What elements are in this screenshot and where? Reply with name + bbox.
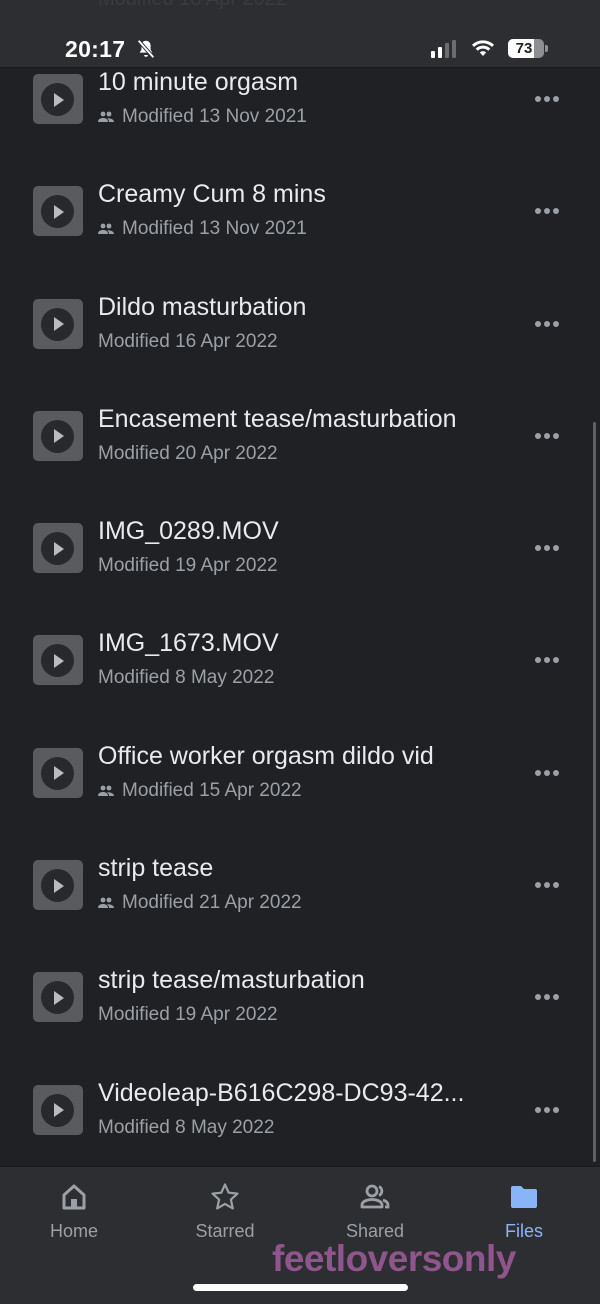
file-name: IMG_0289.MOV: [98, 517, 279, 546]
modified-date: Modified 16 Apr 2022: [98, 330, 278, 352]
modified-date: Modified 19 Apr 2022: [98, 555, 278, 577]
scrollbar[interactable]: [593, 422, 596, 1162]
tab-starred-label: Starred: [195, 1221, 255, 1241]
file-meta: Modified 8 May 2022: [98, 1117, 274, 1139]
battery-tip: [545, 45, 548, 52]
file-meta: Modified 19 Apr 2022: [98, 1004, 278, 1026]
tab-files[interactable]: Files: [474, 1181, 574, 1242]
file-row[interactable]: IMG_0289.MOV Modified 19 Apr 2022: [0, 491, 600, 603]
file-meta: Modified 21 Apr 2022: [98, 892, 302, 914]
more-options-icon[interactable]: [535, 432, 559, 439]
tab-shared[interactable]: Shared: [325, 1181, 425, 1242]
file-row[interactable]: Videoleap-B616C298-DC93-42... Modified 8 …: [0, 1053, 600, 1165]
play-icon: [41, 83, 74, 116]
video-thumbnail[interactable]: [33, 410, 83, 461]
folder-icon: [511, 1186, 537, 1208]
play-icon: [41, 756, 74, 790]
file-row[interactable]: IMG_1673.MOV Modified 8 May 2022: [0, 603, 600, 715]
play-icon: [41, 195, 74, 229]
more-options-icon[interactable]: [535, 96, 559, 102]
file-meta: Modified 15 Apr 2022: [98, 780, 302, 802]
play-icon: [41, 532, 74, 566]
file-meta: Modified 13 Nov 2021: [98, 106, 307, 128]
play-icon: [41, 644, 74, 678]
signal-strength-icon: [431, 40, 456, 58]
more-options-icon[interactable]: [535, 882, 559, 889]
file-row[interactable]: strip tease Modified 21 Apr 2022: [0, 828, 600, 940]
more-options-icon[interactable]: [535, 320, 559, 327]
modified-date: Modified 8 May 2022: [98, 667, 275, 689]
file-row[interactable]: Office worker orgasm dildo vid Modified 1…: [0, 716, 600, 828]
file-row[interactable]: Encasement tease/masturbation Modified 20…: [0, 379, 600, 491]
play-icon: [41, 307, 74, 341]
file-name: strip tease: [98, 854, 214, 883]
wifi-icon: [472, 40, 494, 56]
modified-date: Modified 15 Apr 2022: [122, 779, 302, 801]
more-options-icon[interactable]: [535, 545, 559, 552]
shared-people-icon: [98, 111, 114, 122]
file-meta: Modified 20 Apr 2022: [98, 443, 278, 465]
shared-people-icon: [98, 897, 114, 909]
modified-date: Modified 19 Apr 2022: [98, 1004, 278, 1026]
file-meta: Modified 13 Nov 2021: [98, 218, 307, 240]
modified-date: Modified 8 May 2022: [98, 1116, 275, 1138]
status-time: 20:17: [65, 36, 126, 62]
file-name: Encasement tease/masturbation: [98, 404, 457, 433]
shared-people-icon: [98, 785, 114, 796]
file-name: IMG_1673.MOV: [98, 629, 279, 658]
video-thumbnail[interactable]: [33, 186, 83, 237]
tab-home-label: Home: [49, 1221, 98, 1241]
silent-bell-icon: [137, 39, 155, 59]
file-name: Office worker orgasm dildo vid: [98, 741, 434, 770]
people-icon: [360, 1184, 390, 1209]
video-thumbnail[interactable]: [33, 972, 83, 1023]
play-icon: [41, 1093, 74, 1127]
modified-date: Modified 21 Apr 2022: [122, 892, 302, 914]
play-icon: [41, 419, 74, 453]
home-icon: [62, 1184, 86, 1210]
modified-date: Modified 13 Nov 2021: [122, 218, 307, 240]
modified-date: Modified 13 Nov 2021: [122, 106, 307, 127]
battery-icon: 73: [508, 39, 544, 58]
more-options-icon[interactable]: [535, 994, 559, 1001]
file-name: 10 minute orgasm: [98, 68, 299, 96]
play-icon: [41, 981, 74, 1015]
video-thumbnail[interactable]: [33, 298, 83, 349]
scrolled-under-text: Modified 18 Apr 2022: [98, 0, 287, 11]
file-name: strip tease/masturbation: [98, 966, 365, 995]
tab-home[interactable]: Home: [24, 1181, 124, 1242]
video-thumbnail[interactable]: [33, 860, 83, 911]
more-options-icon[interactable]: [535, 657, 559, 664]
file-row[interactable]: Dildo masturbation Modified 16 Apr 2022: [0, 267, 600, 379]
more-options-icon[interactable]: [535, 1106, 559, 1113]
video-thumbnail[interactable]: [33, 747, 83, 798]
file-name: Creamy Cum 8 mins: [98, 180, 326, 209]
modified-date: Modified 20 Apr 2022: [98, 442, 278, 464]
play-icon: [41, 869, 74, 903]
battery-percent: 73: [515, 40, 533, 57]
shared-people-icon: [98, 223, 114, 235]
file-meta: Modified 19 Apr 2022: [98, 555, 278, 577]
file-meta: Modified 16 Apr 2022: [98, 331, 278, 353]
file-list: 10 minute orgasm Modified 13 Nov 2021 Crea…: [0, 42, 600, 1165]
star-icon: [211, 1183, 239, 1210]
video-thumbnail[interactable]: [33, 1084, 83, 1135]
more-options-icon[interactable]: [535, 208, 559, 215]
status-bar: Modified 18 Apr 2022 20:17 73: [0, 0, 600, 68]
file-row[interactable]: Creamy Cum 8 mins Modified 13 Nov 2021: [0, 154, 600, 266]
watermark: feetloversonly: [272, 1238, 516, 1279]
tab-starred[interactable]: Starred: [175, 1181, 275, 1242]
home-indicator[interactable]: [193, 1284, 408, 1291]
file-meta: Modified 8 May 2022: [98, 667, 274, 689]
video-thumbnail[interactable]: [33, 635, 83, 686]
video-thumbnail[interactable]: [33, 74, 83, 124]
file-name: Videoleap-B616C298-DC93-42...: [98, 1078, 465, 1107]
file-row[interactable]: strip tease/masturbation Modified 19 Apr …: [0, 940, 600, 1052]
video-thumbnail[interactable]: [33, 523, 83, 574]
more-options-icon[interactable]: [535, 769, 559, 776]
file-name: Dildo masturbation: [98, 292, 307, 321]
